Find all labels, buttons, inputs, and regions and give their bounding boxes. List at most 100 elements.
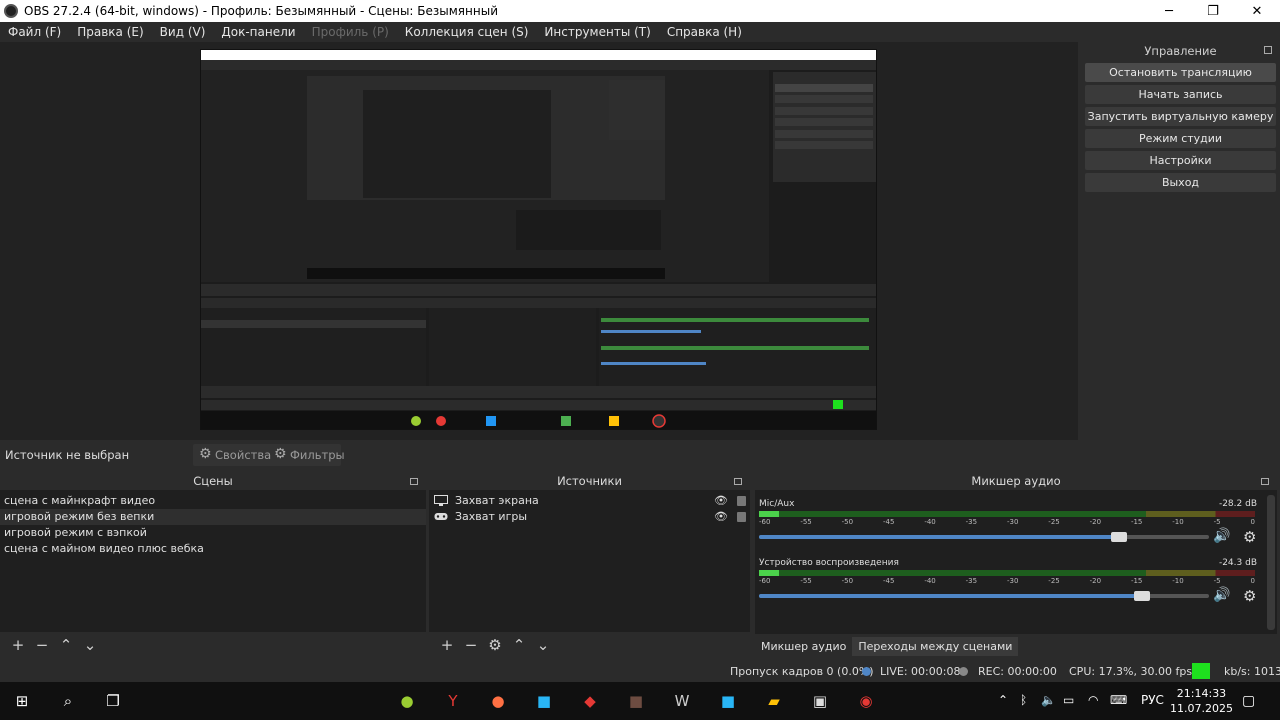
mixer-dock-header: Микшер аудио bbox=[755, 473, 1277, 490]
tab-audio-mixer[interactable]: Микшер аудио bbox=[755, 637, 852, 656]
language-indicator[interactable]: РУС bbox=[1141, 693, 1164, 707]
move-up-icon[interactable]: ⌃ bbox=[507, 636, 531, 654]
notifications-icon[interactable]: ▢ bbox=[1242, 693, 1255, 709]
lock-icon[interactable] bbox=[737, 512, 746, 522]
menu-docks[interactable]: Док-панели bbox=[213, 22, 303, 42]
window-title: OBS 27.2.4 (64-bit, windows) - Профиль: … bbox=[24, 4, 498, 18]
menu-profile[interactable]: Профиль (P) bbox=[304, 22, 397, 42]
volume-slider[interactable] bbox=[759, 532, 1209, 542]
app-icon-green[interactable]: ● bbox=[396, 690, 418, 712]
obs-taskbar-icon[interactable]: ◉ bbox=[855, 690, 877, 712]
volume-meter bbox=[759, 570, 1255, 576]
app-icon-red[interactable]: ◆ bbox=[579, 690, 601, 712]
minimize-button[interactable]: ─ bbox=[1146, 0, 1192, 22]
eye-icon[interactable]: 👁 bbox=[714, 509, 728, 525]
lock-icon[interactable] bbox=[737, 496, 746, 506]
mixer-channel: Mic/Aux -28.2 dB -60 -55 -50 -45 -40 -35 -30 -2… bbox=[755, 497, 1267, 556]
menu-edit[interactable]: Правка (E) bbox=[69, 22, 151, 42]
scene-item[interactable]: игровой режим с вэпкой bbox=[0, 525, 426, 541]
battery-icon[interactable]: ▭ bbox=[1063, 693, 1074, 707]
search-icon[interactable]: ⌕ bbox=[57, 690, 79, 712]
recursive-preview-image bbox=[201, 50, 876, 429]
mixer-channels: Mic/Aux -28.2 dB -60 -55 -50 -45 -40 -35 -30 -2… bbox=[755, 497, 1267, 615]
app-icon-wt[interactable]: W bbox=[671, 690, 693, 712]
store-icon[interactable]: ■ bbox=[533, 690, 555, 712]
volume-slider-handle[interactable] bbox=[1111, 532, 1127, 542]
gear-icon[interactable]: ⚙ bbox=[1243, 528, 1256, 546]
start-virtual-camera-button[interactable]: Запустить виртуальную камеру bbox=[1085, 107, 1276, 126]
source-properties-icon[interactable]: ⚙ bbox=[483, 636, 507, 654]
remove-source-icon[interactable]: − bbox=[459, 636, 483, 654]
eye-icon[interactable]: 👁 bbox=[714, 493, 728, 509]
file-explorer-icon[interactable]: ▰ bbox=[763, 690, 785, 712]
studio-mode-button[interactable]: Режим студии bbox=[1085, 129, 1276, 148]
meter-tick-label: -45 bbox=[882, 577, 895, 585]
sources-dock-header: Источники bbox=[429, 473, 750, 490]
microsoft-store-icon[interactable]: ▣ bbox=[809, 690, 831, 712]
undock-icon[interactable] bbox=[1261, 478, 1269, 485]
menu-help[interactable]: Справка (H) bbox=[659, 22, 750, 42]
mixer-channel: Устройство воспроизведения -24.3 dB -60 -… bbox=[755, 556, 1267, 615]
meter-tick-label: -10 bbox=[1172, 518, 1184, 526]
exit-button[interactable]: Выход bbox=[1085, 173, 1276, 192]
scenes-dock: Сцены сцена с майнкрафт видео игровой ре… bbox=[0, 473, 426, 658]
channel-db: -24.3 dB bbox=[1218, 558, 1257, 568]
minecraft-icon[interactable]: ■ bbox=[625, 690, 647, 712]
app-icon-blue[interactable]: ■ bbox=[717, 690, 739, 712]
menu-file[interactable]: Файл (F) bbox=[0, 22, 69, 42]
clock[interactable]: 21:14:33 11.07.2025 bbox=[1170, 686, 1233, 716]
start-recording-button[interactable]: Начать запись bbox=[1085, 85, 1276, 104]
undock-icon[interactable] bbox=[1264, 46, 1272, 54]
menu-scene-collection[interactable]: Коллекция сцен (S) bbox=[397, 22, 537, 42]
clock-time: 21:14:33 bbox=[1176, 687, 1227, 700]
controls-dock-header: Управление bbox=[1081, 42, 1280, 60]
properties-button[interactable]: Свойства bbox=[197, 444, 271, 465]
menu-tools[interactable]: Инструменты (T) bbox=[536, 22, 658, 42]
meter-tick-label: -35 bbox=[965, 518, 978, 526]
gear-icon[interactable]: ⚙ bbox=[1243, 587, 1256, 605]
tab-scene-transitions[interactable]: Переходы между сценами bbox=[852, 636, 1019, 656]
volume-slider-handle[interactable] bbox=[1133, 591, 1150, 601]
undock-icon[interactable] bbox=[410, 478, 418, 485]
source-item[interactable]: Захват экрана 👁 bbox=[429, 493, 750, 509]
volume-slider[interactable] bbox=[759, 591, 1209, 601]
volume-icon[interactable]: 🔈 bbox=[1041, 693, 1056, 707]
tray-chevron-icon[interactable]: ⌃ bbox=[998, 693, 1008, 707]
scene-item[interactable]: сцена с майнкрафт видео bbox=[0, 493, 426, 509]
meter-ticks: -60 -55 -50 -45 -40 -35 -30 -25 -20 -15 -10 -5 0 bbox=[759, 518, 1255, 528]
keyboard-icon[interactable]: ⌨ bbox=[1110, 693, 1127, 707]
speaker-icon[interactable]: 🔊 bbox=[1213, 587, 1230, 603]
stop-streaming-button[interactable]: Остановить трансляцию bbox=[1085, 63, 1276, 82]
mixer-scrollbar[interactable] bbox=[1267, 495, 1275, 630]
meter-tick-label: -30 bbox=[1006, 518, 1019, 526]
meter-level bbox=[759, 570, 779, 576]
add-scene-icon[interactable]: + bbox=[6, 636, 30, 654]
meter-tick-label: -25 bbox=[1048, 518, 1060, 526]
undock-icon[interactable] bbox=[734, 478, 742, 485]
move-down-icon[interactable]: ⌄ bbox=[531, 636, 555, 654]
filters-button[interactable]: Фильтры bbox=[272, 444, 345, 465]
bluetooth-icon[interactable]: ᛒ bbox=[1020, 693, 1027, 707]
remove-scene-icon[interactable]: − bbox=[30, 636, 54, 654]
scene-item[interactable]: сцена с майном видео плюс вебка bbox=[0, 541, 426, 557]
source-item[interactable]: Захват игры 👁 bbox=[429, 509, 750, 525]
app-icon-orange[interactable]: ● bbox=[487, 690, 509, 712]
meter-tick-label: -15 bbox=[1130, 518, 1143, 526]
close-button[interactable]: ✕ bbox=[1234, 0, 1280, 22]
speaker-icon[interactable]: 🔊 bbox=[1213, 528, 1230, 544]
scene-item[interactable]: игровой режим без вепки bbox=[0, 509, 426, 525]
obs-app-icon bbox=[4, 4, 18, 18]
audio-mixer-dock: Микшер аудио Mic/Aux -28.2 dB -60 -55 -50-… bbox=[755, 473, 1277, 658]
preview-canvas[interactable] bbox=[200, 49, 877, 430]
windows-start-icon[interactable]: ⊞ bbox=[11, 690, 33, 712]
maximize-button[interactable]: ❐ bbox=[1190, 0, 1236, 22]
move-up-icon[interactable]: ⌃ bbox=[54, 636, 78, 654]
wifi-icon[interactable]: ◠ bbox=[1088, 693, 1098, 707]
move-down-icon[interactable]: ⌄ bbox=[78, 636, 102, 654]
meter-tick-label: -50 bbox=[841, 577, 854, 585]
task-view-icon[interactable]: ❐ bbox=[102, 690, 124, 712]
menu-view[interactable]: Вид (V) bbox=[152, 22, 214, 42]
yandex-browser-icon[interactable]: Y bbox=[442, 690, 464, 712]
settings-button[interactable]: Настройки bbox=[1085, 151, 1276, 170]
add-source-icon[interactable]: + bbox=[435, 636, 459, 654]
